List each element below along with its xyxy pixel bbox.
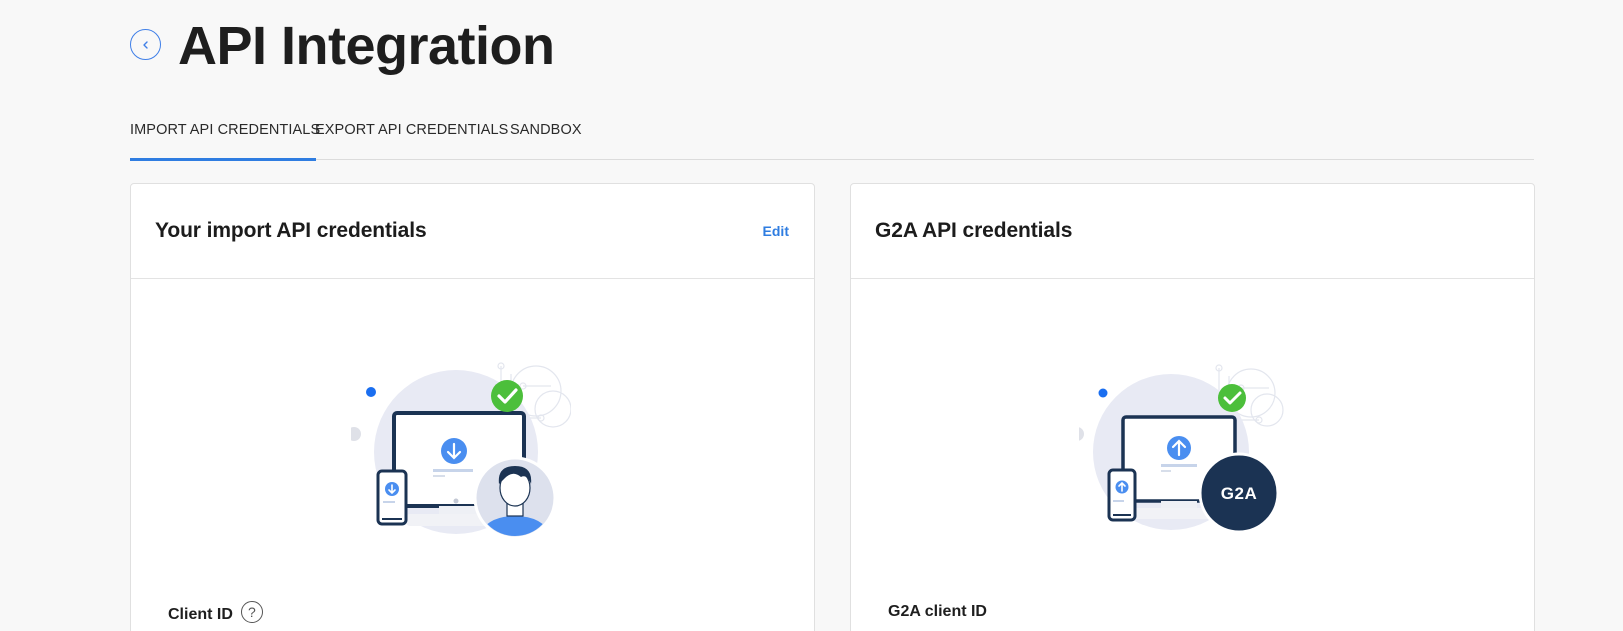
back-button[interactable] xyxy=(130,29,161,60)
page-title: API Integration xyxy=(178,16,555,76)
grey-dot xyxy=(1079,427,1084,441)
chevron-left-icon xyxy=(142,40,148,49)
import-credentials-illustration xyxy=(351,362,571,540)
client-id-label: Client ID ? xyxy=(168,601,263,626)
blue-dot xyxy=(1098,388,1108,398)
card-title: Your import API credentials xyxy=(155,219,427,242)
g2a-client-id-text: G2A client ID xyxy=(888,603,987,620)
import-credentials-card: Your import API credentials Edit Client … xyxy=(130,183,815,631)
check-badge-icon xyxy=(1218,384,1246,412)
tab-import-api-credentials[interactable]: IMPORT API CREDENTIALS xyxy=(130,118,320,161)
edit-link[interactable]: Edit xyxy=(763,223,789,239)
tab-export-api-credentials[interactable]: EXPORT API CREDENTIALS xyxy=(315,118,509,160)
card-header: G2A API credentials xyxy=(851,184,1534,279)
card-title: G2A API credentials xyxy=(875,219,1073,242)
card-header: Your import API credentials Edit xyxy=(131,184,814,279)
check-badge-icon xyxy=(491,380,523,412)
phone-shape xyxy=(376,469,408,526)
blue-dot xyxy=(366,387,376,397)
api-integration-page: API Integration IMPORT API CREDENTIALS E… xyxy=(0,0,1623,631)
g2a-credentials-illustration: G2A xyxy=(1079,364,1284,534)
g2a-client-id-label: G2A client ID xyxy=(888,603,987,621)
grey-dot xyxy=(351,427,361,441)
g2a-credentials-card: G2A API credentials G2A G2A client ID xyxy=(850,183,1535,631)
phone-shape xyxy=(1107,468,1137,522)
help-icon[interactable]: ? xyxy=(240,601,263,623)
tab-sandbox[interactable]: SANDBOX xyxy=(510,118,590,160)
client-id-text: Client ID xyxy=(168,606,233,623)
g2a-badge-text: G2A xyxy=(1221,484,1257,503)
tab-bar: IMPORT API CREDENTIALS EXPORT API CREDEN… xyxy=(130,118,1534,161)
